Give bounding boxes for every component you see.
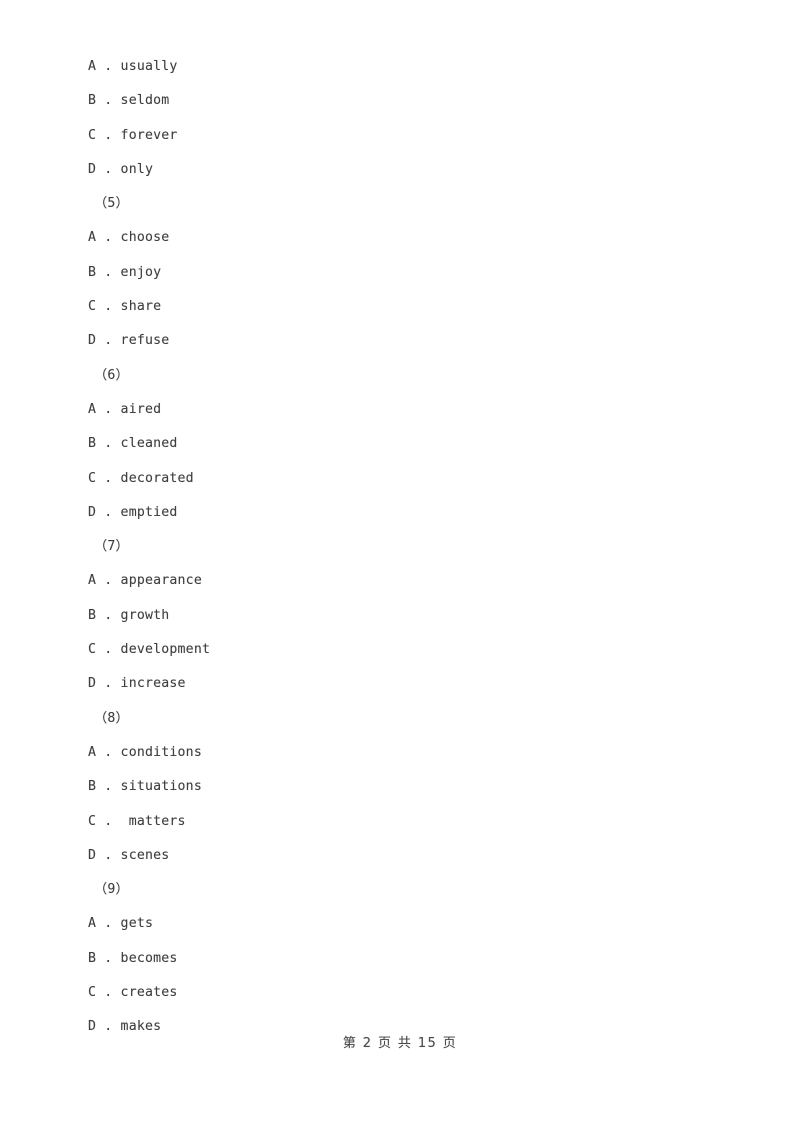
option-line: C . forever — [88, 127, 178, 143]
option-line: C . share — [88, 299, 162, 315]
option-line: D . increase — [88, 676, 186, 692]
option-line: B . seldom — [88, 93, 170, 109]
option-line: A . conditions — [88, 744, 202, 760]
question-number-line: （5） — [94, 196, 129, 212]
option-line: A . usually — [88, 59, 178, 74]
option-line: B . growth — [88, 607, 170, 623]
option-line: A . choose — [88, 230, 170, 246]
option-line: A . gets — [88, 916, 154, 932]
question-number-line: （7） — [94, 539, 129, 555]
option-line: B . cleaned — [88, 436, 178, 452]
option-line: C . matters — [88, 813, 186, 829]
question-number-line: （9） — [94, 882, 129, 898]
option-line: A . aired — [88, 401, 162, 417]
document-page: A . usually B . seldom C . forever D . only… — [0, 0, 800, 1132]
question-number-line: （6） — [94, 367, 129, 383]
option-line: C . development — [88, 642, 211, 658]
option-line: C . creates — [88, 985, 178, 1001]
option-line: D . scenes — [88, 847, 170, 863]
option-line: B . enjoy — [88, 264, 162, 280]
option-line: B . situations — [88, 779, 202, 795]
page-footer: 第 2 页 共 15 页 — [0, 1032, 800, 1055]
option-line: D . refuse — [88, 333, 170, 349]
option-line: D . only — [88, 161, 154, 177]
option-line: B . becomes — [88, 950, 178, 966]
option-line: D . emptied — [88, 504, 178, 520]
option-line: A . appearance — [88, 573, 202, 589]
option-line: C . decorated — [88, 470, 194, 486]
page-number-text: 第 2 页 共 15 页 — [342, 1036, 458, 1051]
question-number-line: （8） — [94, 710, 129, 726]
question-options-list: A . usually B . seldom C . forever D . only… — [88, 50, 708, 1045]
